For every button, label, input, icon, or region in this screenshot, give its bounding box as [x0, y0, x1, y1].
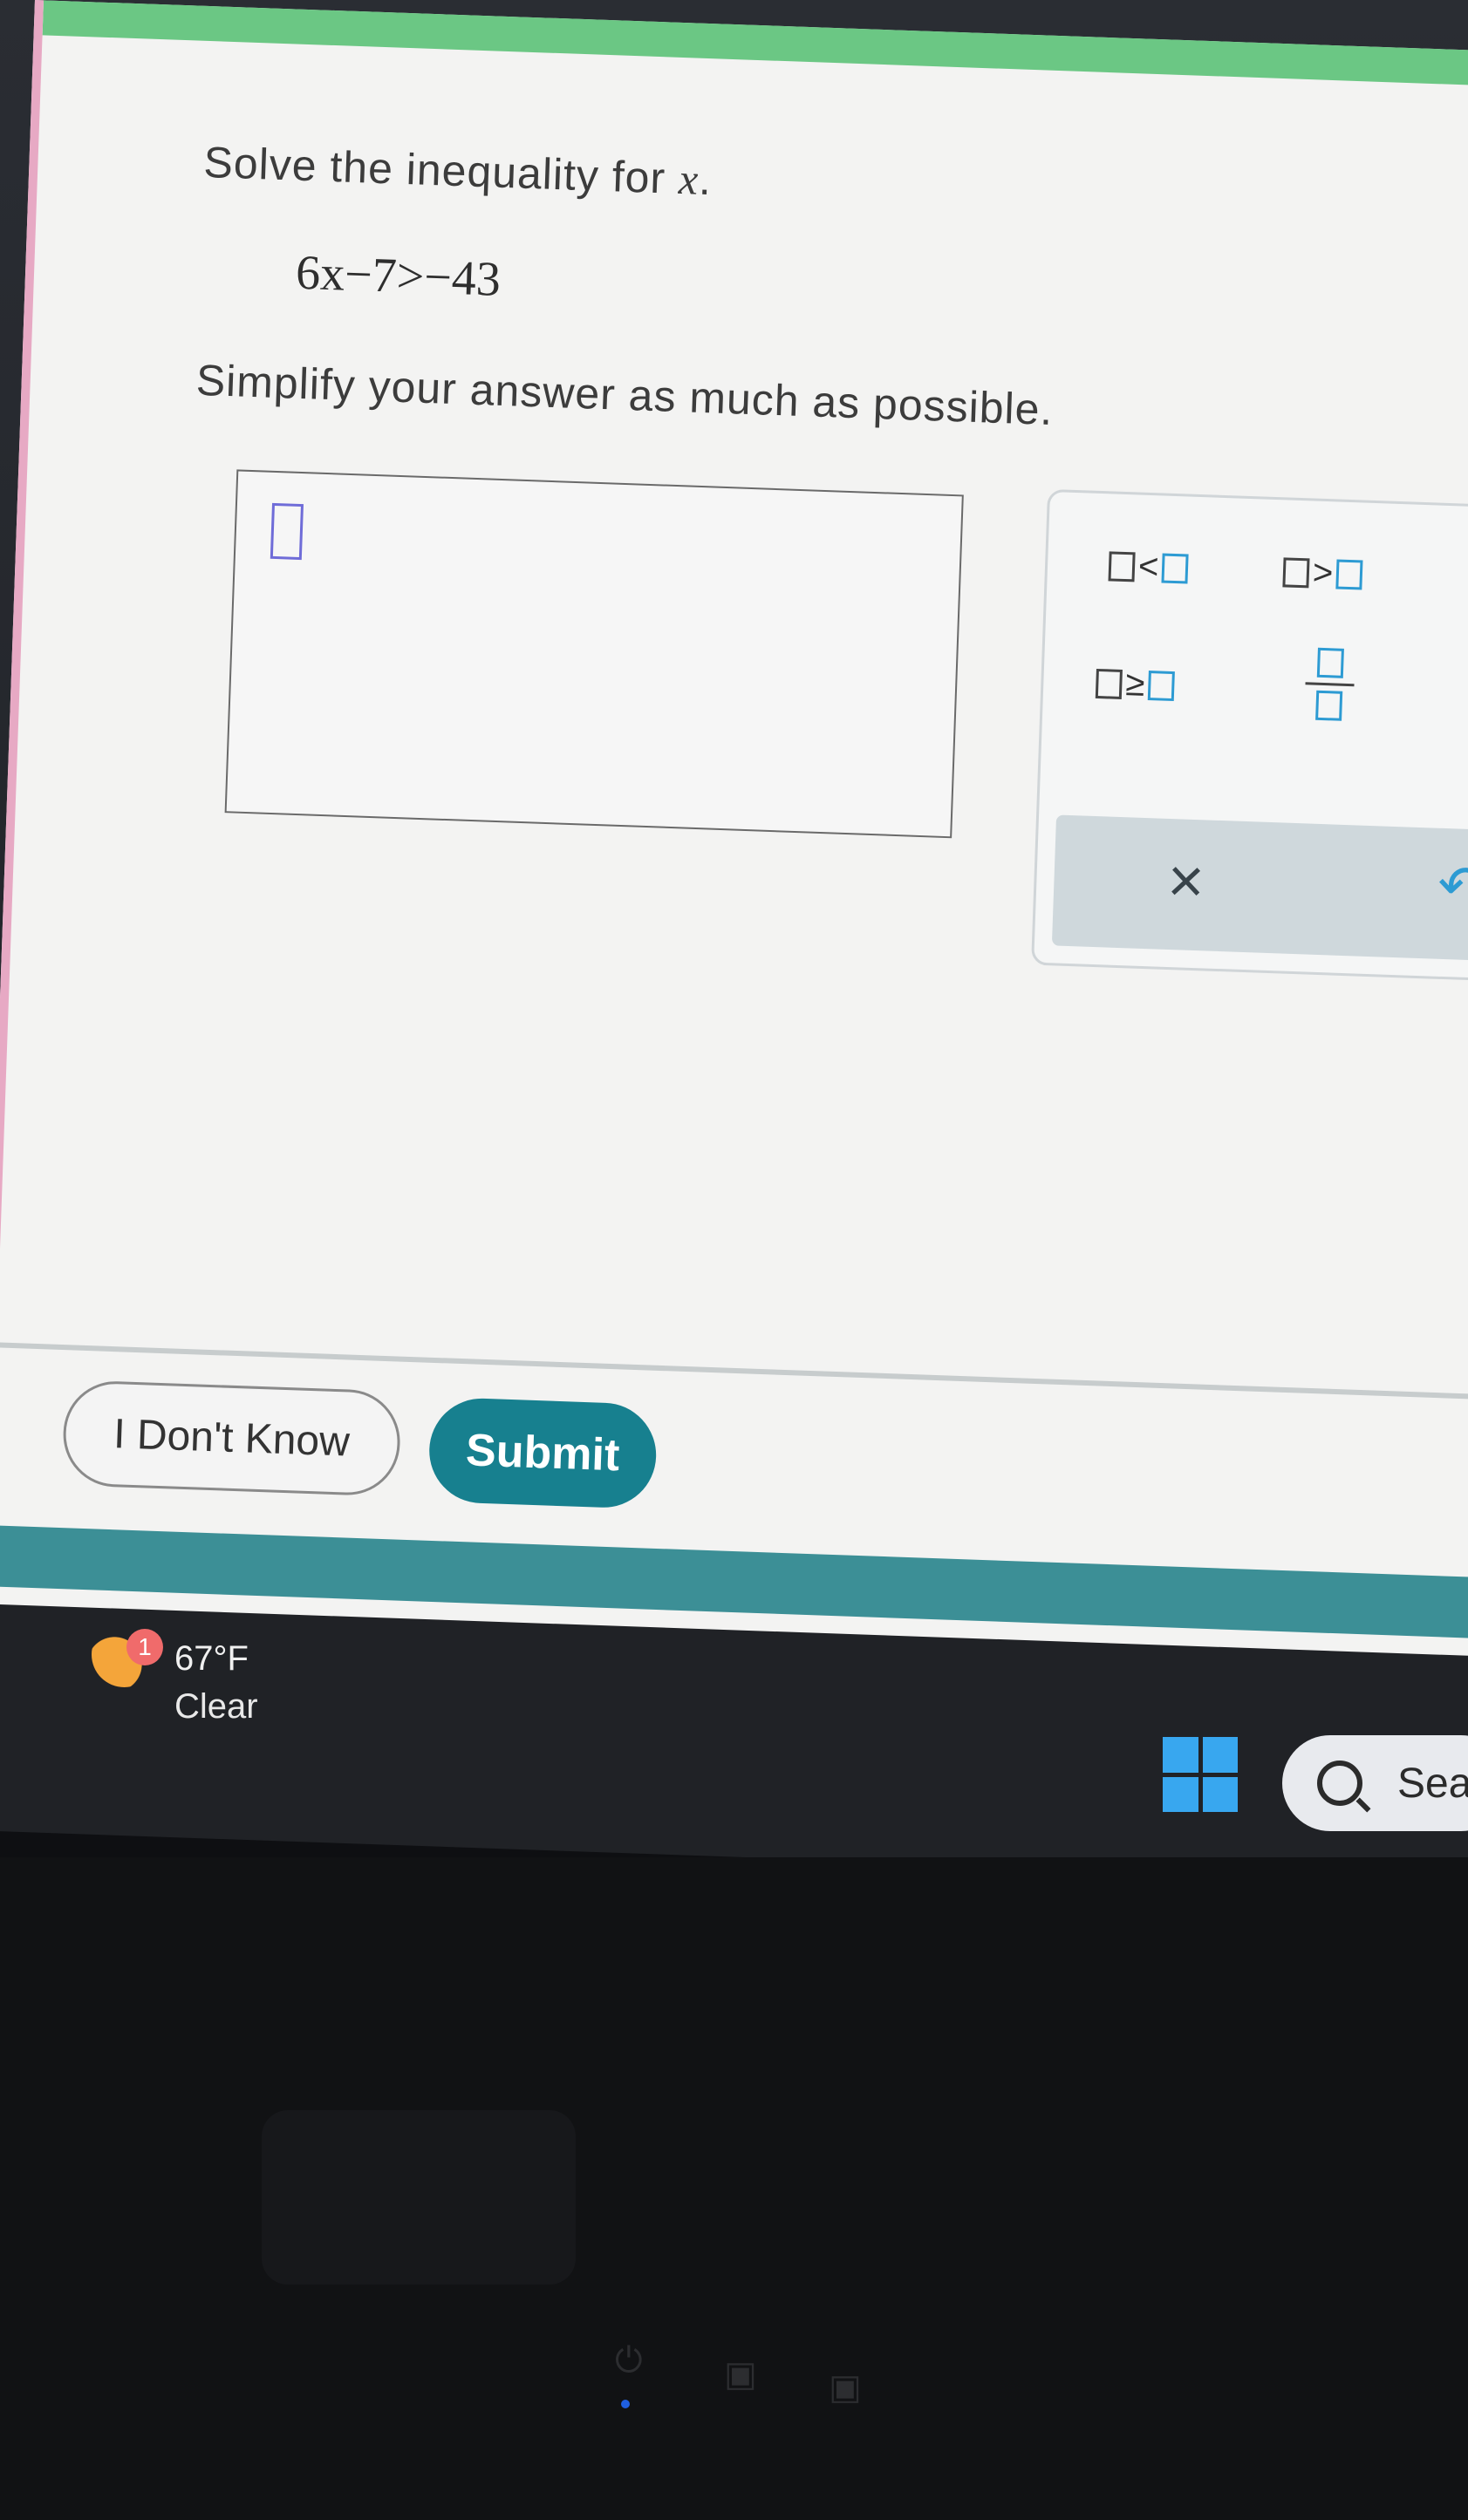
- search-icon: [1317, 1761, 1362, 1806]
- greater-than-key[interactable]: >: [1282, 552, 1363, 594]
- fraction-bar: [1305, 682, 1355, 687]
- answer-input[interactable]: [224, 469, 964, 839]
- box-icon: [1335, 558, 1363, 590]
- box-icon: [1282, 556, 1310, 588]
- browser-viewport: Solve the inequality for x. 6x−7>−43 Sim…: [0, 0, 1468, 1691]
- fraction-key[interactable]: [1304, 647, 1355, 721]
- monitor-base-area: [0, 1857, 1468, 2520]
- box-icon: [1315, 690, 1343, 721]
- undo-key[interactable]: ↶: [1437, 853, 1468, 920]
- dont-know-button[interactable]: I Don't Know: [61, 1379, 402, 1497]
- keypad-action-row: × ↶: [1051, 814, 1468, 964]
- windows-logo-pane: [1202, 1776, 1238, 1812]
- windows-start-icon[interactable]: [1163, 1737, 1238, 1812]
- question-prefix: Solve the inequality for: [202, 137, 680, 203]
- box-icon: [1161, 553, 1190, 584]
- power-led: [621, 2400, 630, 2408]
- submit-button[interactable]: Submit: [427, 1396, 659, 1509]
- windows-logo-pane: [1202, 1737, 1238, 1773]
- inequality-expression: 6x−7>−43: [295, 245, 502, 307]
- weather-condition[interactable]: Clear: [174, 1687, 258, 1727]
- answer-placeholder-box[interactable]: [270, 502, 304, 561]
- instruction-text: Simplify your answer as much as possible…: [195, 355, 1055, 435]
- greater-equal-key[interactable]: ≥: [1095, 664, 1175, 705]
- question-suffix: .: [698, 154, 714, 205]
- clear-key[interactable]: ×: [1166, 845, 1205, 917]
- power-icon: ⏻: [615, 2341, 643, 2380]
- question-variable: x: [678, 153, 700, 204]
- weather-temperature[interactable]: 67°F: [174, 1639, 249, 1679]
- question-text: Solve the inequality for x.: [203, 137, 714, 205]
- notification-badge: 1: [126, 1629, 163, 1665]
- fraction-icon: [1304, 647, 1355, 721]
- lock-icon: ▣: [829, 2368, 862, 2407]
- box-icon: [1316, 647, 1344, 678]
- less-than-symbol: <: [1137, 547, 1160, 587]
- windows-logo-pane: [1163, 1776, 1198, 1812]
- windows-logo-pane: [1163, 1737, 1198, 1773]
- box-icon: [1108, 550, 1136, 582]
- box-icon: [1147, 670, 1175, 701]
- lock-icon: ▣: [724, 2355, 757, 2394]
- math-keypad: < > ≥ × ↶: [1031, 488, 1468, 984]
- greater-equal-symbol: ≥: [1124, 664, 1146, 704]
- monitor-stand: [262, 2110, 576, 2285]
- search-label: Sea: [1397, 1760, 1468, 1807]
- greater-than-symbol: >: [1312, 553, 1335, 593]
- less-than-key[interactable]: <: [1108, 546, 1190, 588]
- taskbar-search[interactable]: Sea: [1282, 1735, 1468, 1831]
- box-icon: [1095, 668, 1123, 699]
